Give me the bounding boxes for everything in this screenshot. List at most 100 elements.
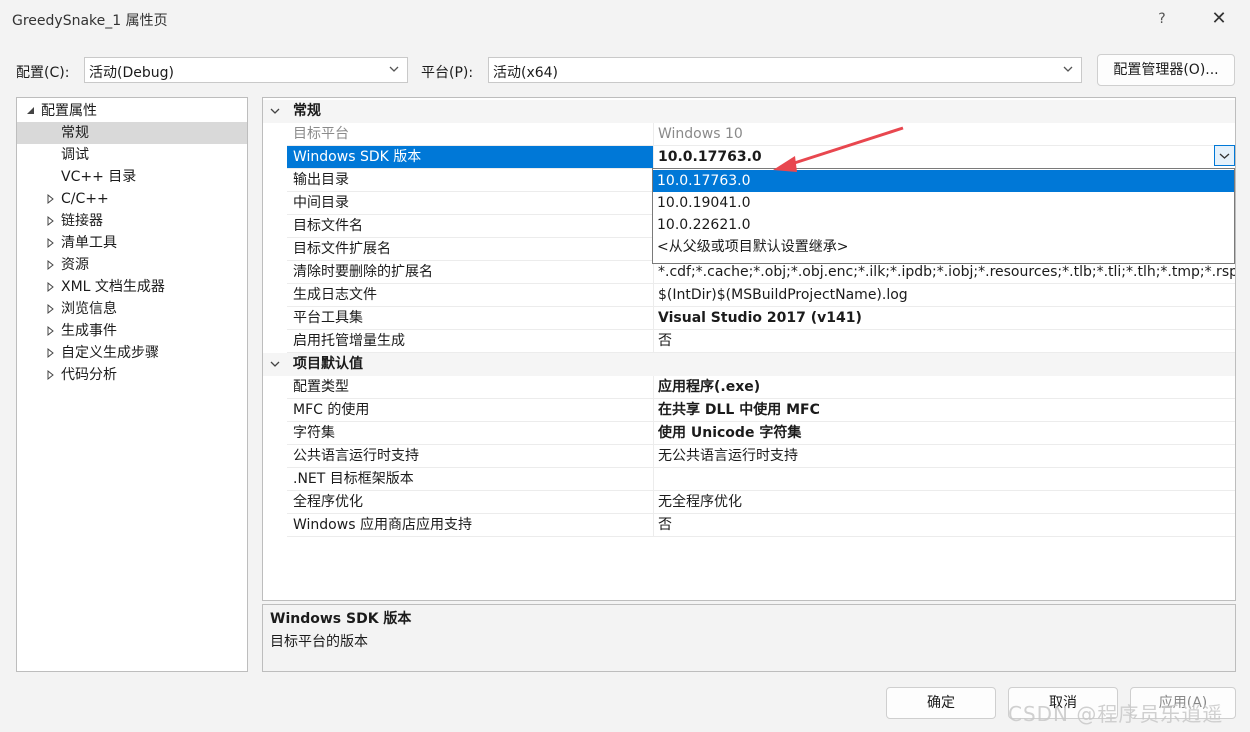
chevron-down-icon: [389, 66, 399, 72]
grid-row-name: 清除时要删除的扩展名: [293, 264, 433, 280]
sdk-option[interactable]: 10.0.22621.0: [653, 214, 1234, 236]
grid-row-value[interactable]: $(IntDir)$(MSBuildProjectName).log: [654, 284, 1235, 306]
collapsed-triangle-icon[interactable]: [45, 276, 57, 298]
tree-item-label: 自定义生成步骤: [61, 345, 159, 361]
tree-item[interactable]: 浏览信息: [17, 298, 247, 320]
grid-row[interactable]: 全程序优化 无全程序优化: [263, 491, 1235, 514]
config-combo[interactable]: 活动(Debug): [84, 57, 408, 83]
tree-item-label: 调试: [61, 147, 89, 163]
grid-row-value[interactable]: 否: [654, 330, 1235, 352]
collapsed-triangle-icon[interactable]: [45, 298, 57, 320]
ok-button[interactable]: 确定: [886, 687, 996, 719]
tree-item[interactable]: 配置属性: [17, 100, 247, 122]
grid-row[interactable]: MFC 的使用 在共享 DLL 中使用 MFC: [263, 399, 1235, 422]
tree-item-label: 清单工具: [61, 235, 117, 251]
grid-row[interactable]: 目标平台 Windows 10: [263, 123, 1235, 146]
sdk-option[interactable]: 10.0.17763.0: [653, 170, 1234, 192]
collapsed-triangle-icon[interactable]: [45, 210, 57, 232]
grid-row-value[interactable]: Windows 10: [654, 123, 1235, 145]
grid-row-value[interactable]: [654, 468, 1235, 490]
grid-row-name: 目标文件扩展名: [293, 241, 391, 257]
tree-item[interactable]: 生成事件: [17, 320, 247, 342]
grid-row-value[interactable]: *.cdf;*.cache;*.obj;*.obj.enc;*.ilk;*.ip…: [654, 261, 1235, 283]
tree-item-label: 常规: [61, 125, 89, 141]
grid-row-name: 平台工具集: [293, 310, 363, 326]
config-manager-button[interactable]: 配置管理器(O)...: [1097, 54, 1235, 86]
grid-row-value[interactable]: 10.0.17763.0: [654, 146, 1235, 168]
grid-row-name: MFC 的使用: [293, 402, 370, 418]
grid-row-value[interactable]: 否: [654, 514, 1235, 536]
category-tree[interactable]: 配置属性常规调试 VC++ 目录 C/C++ 链接器清单工具资源 XML 文档生成器 浏览…: [16, 97, 248, 672]
tree-item[interactable]: C/C++: [17, 188, 247, 210]
tree-item-label: C/C++: [61, 191, 109, 207]
grid-row[interactable]: .NET 目标框架版本: [263, 468, 1235, 491]
platform-combo[interactable]: 活动(x64): [488, 57, 1082, 83]
grid-row[interactable]: Windows SDK 版本 10.0.17763.0: [263, 146, 1235, 169]
title-bar: GreedySnake_1 属性页 ? ✕: [0, 0, 1250, 38]
tree-item-label: VC++ 目录: [61, 169, 137, 185]
grid-row-name: 全程序优化: [293, 494, 363, 510]
tree-item-label: 代码分析: [61, 367, 117, 383]
tree-item[interactable]: VC++ 目录: [17, 166, 247, 188]
description-panel: Windows SDK 版本 目标平台的版本: [262, 604, 1236, 672]
grid-row-value[interactable]: 无公共语言运行时支持: [654, 445, 1235, 467]
collapsed-triangle-icon[interactable]: [45, 232, 57, 254]
grid-row-name: 配置类型: [293, 379, 349, 395]
sdk-dropdown-list[interactable]: 10.0.17763.0 10.0.19041.0 10.0.22621.0 <从父级…: [652, 168, 1235, 264]
grid-row[interactable]: 配置类型 应用程序(.exe): [263, 376, 1235, 399]
sdk-option[interactable]: 10.0.19041.0: [653, 192, 1234, 214]
tree-item[interactable]: 常规: [17, 122, 247, 144]
grid-row[interactable]: 字符集 使用 Unicode 字符集: [263, 422, 1235, 445]
grid-row[interactable]: 公共语言运行时支持 无公共语言运行时支持: [263, 445, 1235, 468]
grid-row-name: 字符集: [293, 425, 335, 441]
grid-row-name: 公共语言运行时支持: [293, 448, 419, 464]
grid-category[interactable]: 项目默认值: [263, 353, 1235, 376]
chevron-down-icon: [1063, 66, 1073, 72]
expanded-triangle-icon[interactable]: [25, 100, 37, 122]
config-label: 配置(C):: [16, 65, 70, 81]
description-text: 目标平台的版本: [270, 634, 368, 650]
help-button[interactable]: ?: [1150, 6, 1174, 32]
chevron-down-icon: [1219, 153, 1230, 159]
grid-row-value[interactable]: 应用程序(.exe): [654, 376, 1235, 398]
chevron-down-icon[interactable]: [269, 105, 281, 117]
sdk-dropdown-button[interactable]: [1214, 145, 1235, 166]
platform-label: 平台(P):: [421, 65, 474, 81]
chevron-down-icon[interactable]: [269, 358, 281, 370]
grid-row[interactable]: 清除时要删除的扩展名 *.cdf;*.cache;*.obj;*.obj.enc;…: [263, 261, 1235, 284]
grid-row[interactable]: Windows 应用商店应用支持 否: [263, 514, 1235, 537]
window-title: GreedySnake_1 属性页: [12, 13, 168, 29]
grid-row[interactable]: 生成日志文件 $(IntDir)$(MSBuildProjectName).log: [263, 284, 1235, 307]
tree-item-label: 配置属性: [41, 103, 97, 119]
sdk-option[interactable]: <从父级或项目默认设置继承>: [653, 236, 1234, 258]
collapsed-triangle-icon[interactable]: [45, 254, 57, 276]
tree-item[interactable]: 链接器: [17, 210, 247, 232]
tree-item-label: 生成事件: [61, 323, 117, 339]
tree-item-label: 资源: [61, 257, 89, 273]
tree-item[interactable]: 代码分析: [17, 364, 247, 386]
grid-row[interactable]: 平台工具集 Visual Studio 2017 (v141): [263, 307, 1235, 330]
tree-item[interactable]: 调试: [17, 144, 247, 166]
tree-item[interactable]: 清单工具: [17, 232, 247, 254]
description-title: Windows SDK 版本: [270, 611, 412, 627]
annotation-arrow-icon: [773, 126, 904, 172]
tree-item[interactable]: 资源: [17, 254, 247, 276]
grid-row-value[interactable]: 无全程序优化: [654, 491, 1235, 513]
grid-separator: [287, 536, 1235, 537]
grid-category[interactable]: 常规: [263, 100, 1235, 123]
grid-row[interactable]: 启用托管增量生成 否: [263, 330, 1235, 353]
platform-value: 活动(x64): [493, 65, 559, 81]
grid-row-value[interactable]: 使用 Unicode 字符集: [654, 422, 1235, 444]
grid-row-name: 目标平台: [293, 126, 349, 142]
grid-row-name: 目标文件名: [293, 218, 363, 234]
grid-row-value[interactable]: Visual Studio 2017 (v141): [654, 307, 1235, 329]
close-button[interactable]: ✕: [1202, 6, 1236, 32]
collapsed-triangle-icon[interactable]: [45, 320, 57, 342]
grid-row-name: 启用托管增量生成: [293, 333, 405, 349]
collapsed-triangle-icon[interactable]: [45, 188, 57, 210]
collapsed-triangle-icon[interactable]: [45, 342, 57, 364]
tree-item[interactable]: 自定义生成步骤: [17, 342, 247, 364]
grid-row-value[interactable]: 在共享 DLL 中使用 MFC: [654, 399, 1235, 421]
collapsed-triangle-icon[interactable]: [45, 364, 57, 386]
tree-item[interactable]: XML 文档生成器: [17, 276, 247, 298]
